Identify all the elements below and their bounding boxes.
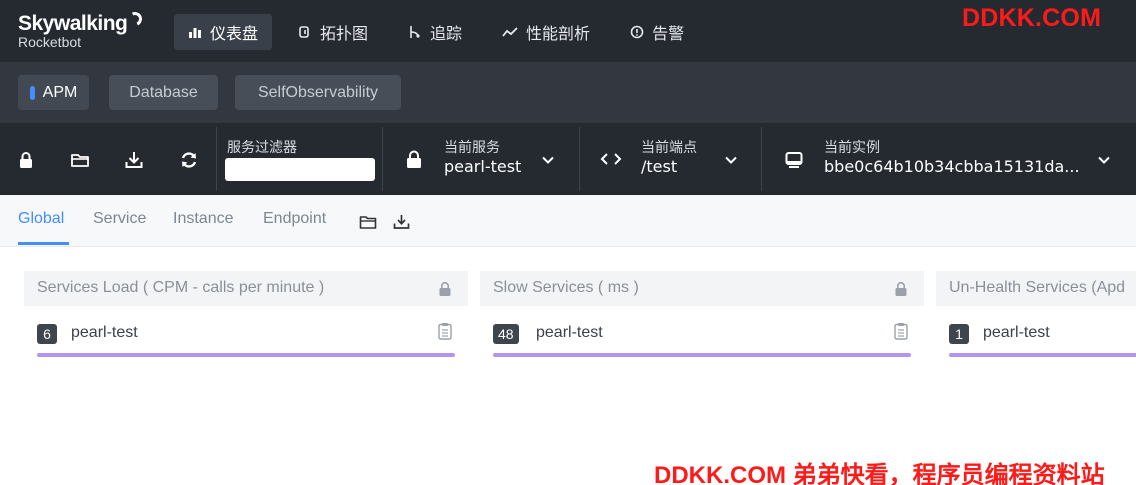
logo-text: Skywalking bbox=[18, 12, 128, 35]
panel-services-load: Services Load ( CPM - calls per minute )… bbox=[24, 271, 468, 371]
panel-title: Un-Health Services (Apd bbox=[949, 279, 1126, 296]
folder-icon[interactable] bbox=[70, 150, 90, 170]
logo-arc-icon bbox=[126, 10, 145, 28]
metric-bar bbox=[493, 353, 911, 357]
nav-item-dashboard[interactable]: 仪表盘 bbox=[174, 14, 273, 50]
chevron-down-icon bbox=[1098, 156, 1110, 164]
layer-tab-database[interactable]: Database bbox=[109, 75, 218, 110]
metric-value-badge: 1 bbox=[949, 324, 969, 344]
panel-header: Services Load ( CPM - calls per minute ) bbox=[24, 271, 468, 306]
current-instance-value: bbe0c64b10b34cbba15131da... bbox=[824, 157, 1080, 176]
folder-icon[interactable] bbox=[359, 214, 377, 230]
service-name[interactable]: pearl-test bbox=[983, 324, 1050, 342]
clipboard-icon[interactable] bbox=[438, 322, 452, 340]
nav-item-topology[interactable]: 拓扑图 bbox=[284, 14, 382, 50]
current-instance-label: 当前实例 bbox=[824, 140, 880, 156]
current-service-select[interactable]: 当前服务 pearl-test bbox=[383, 123, 579, 195]
layer-tab-apm[interactable]: APM bbox=[18, 75, 89, 110]
service-filter-input[interactable] bbox=[225, 158, 375, 181]
nav-item-label: 拓扑图 bbox=[320, 24, 369, 43]
topology-icon bbox=[299, 26, 309, 38]
current-service-label: 当前服务 bbox=[444, 140, 500, 156]
alert-icon bbox=[630, 25, 644, 39]
skywalking-logo[interactable]: Skywalking Rocketbot bbox=[18, 10, 145, 50]
metric-value-badge: 6 bbox=[37, 324, 57, 344]
panel-slow-services: Slow Services ( ms ) 48 pearl-test bbox=[480, 271, 924, 371]
trend-icon bbox=[502, 27, 518, 37]
layer-tab-label: SelfObservability bbox=[257, 83, 379, 101]
layer-tab-label: APM bbox=[42, 83, 78, 101]
dashboard-toolbar: 服务过滤器 当前服务 pearl-test 当前端点 /test 当前实例 bb… bbox=[0, 123, 1136, 195]
trace-icon bbox=[410, 26, 420, 38]
lock-icon[interactable] bbox=[438, 281, 452, 297]
current-service-value: pearl-test bbox=[444, 157, 522, 176]
lock-icon[interactable] bbox=[16, 150, 36, 170]
service-filter-label: 服务过滤器 bbox=[227, 140, 297, 156]
code-icon bbox=[600, 153, 622, 165]
panel-header: Un-Health Services (Apd bbox=[936, 271, 1136, 306]
nav-item-trace[interactable]: 追踪 bbox=[394, 14, 476, 50]
service-box-icon bbox=[407, 150, 421, 168]
chart-bar-icon bbox=[189, 28, 201, 38]
layer-tab-label: Database bbox=[129, 83, 198, 101]
toolbar-divider bbox=[216, 127, 217, 191]
tab-instance[interactable]: Instance bbox=[173, 210, 233, 228]
service-name[interactable]: pearl-test bbox=[71, 324, 138, 342]
nav-item-label: 告警 bbox=[652, 24, 685, 43]
watermark-top: DDKK.COM bbox=[962, 4, 1102, 32]
nav-item-label: 性能剖析 bbox=[526, 24, 591, 43]
download-icon[interactable] bbox=[393, 214, 410, 230]
metric-bar bbox=[949, 353, 1136, 357]
current-endpoint-select[interactable]: 当前端点 /test bbox=[580, 123, 760, 195]
service-name[interactable]: pearl-test bbox=[536, 324, 603, 342]
panel-title: Slow Services ( ms ) bbox=[493, 279, 639, 296]
logo-subtitle: Rocketbot bbox=[18, 34, 82, 50]
main-nav: 仪表盘 拓扑图 追踪 性能剖析 告警 bbox=[174, 14, 710, 50]
download-icon[interactable] bbox=[124, 150, 144, 170]
metric-bar bbox=[37, 353, 455, 357]
active-indicator bbox=[29, 85, 35, 100]
chevron-down-icon bbox=[725, 156, 737, 164]
layer-tab-selfobservability[interactable]: SelfObservability bbox=[235, 75, 401, 110]
current-endpoint-value: /test bbox=[641, 157, 678, 176]
current-instance-select[interactable]: 当前实例 bbe0c64b10b34cbba15131da... bbox=[762, 123, 1136, 195]
nav-item-profiling[interactable]: 性能剖析 bbox=[488, 14, 604, 50]
watermark-bottom: DDKK.COM 弟弟快看，程序员编程资料站 bbox=[654, 462, 1105, 485]
chevron-down-icon bbox=[542, 156, 554, 164]
refresh-icon[interactable] bbox=[179, 150, 199, 170]
top-nav-bar: Skywalking Rocketbot 仪表盘 拓扑图 追踪 性能剖析 告警 … bbox=[0, 0, 1136, 62]
layer-tab-bar: APM Database SelfObservability bbox=[0, 62, 1136, 123]
clipboard-icon[interactable] bbox=[894, 322, 908, 340]
nav-item-label: 仪表盘 bbox=[210, 24, 259, 43]
active-tab-underline bbox=[18, 242, 69, 245]
nav-item-alarm[interactable]: 告警 bbox=[616, 14, 698, 50]
lock-icon[interactable] bbox=[894, 281, 908, 297]
tab-endpoint[interactable]: Endpoint bbox=[263, 210, 326, 228]
metric-value-badge: 48 bbox=[493, 324, 519, 344]
tab-service[interactable]: Service bbox=[93, 210, 146, 228]
panel-title: Services Load ( CPM - calls per minute ) bbox=[37, 279, 325, 296]
panel-unhealthy-services: Un-Health Services (Apd 1 pearl-test bbox=[936, 271, 1136, 371]
instance-monitor-icon bbox=[785, 152, 803, 168]
tab-global[interactable]: Global bbox=[18, 210, 64, 228]
dashboard-tabs: Global Service Instance Endpoint bbox=[0, 195, 1136, 247]
current-endpoint-label: 当前端点 bbox=[641, 140, 697, 156]
nav-item-label: 追踪 bbox=[430, 24, 463, 43]
panel-header: Slow Services ( ms ) bbox=[480, 271, 924, 306]
